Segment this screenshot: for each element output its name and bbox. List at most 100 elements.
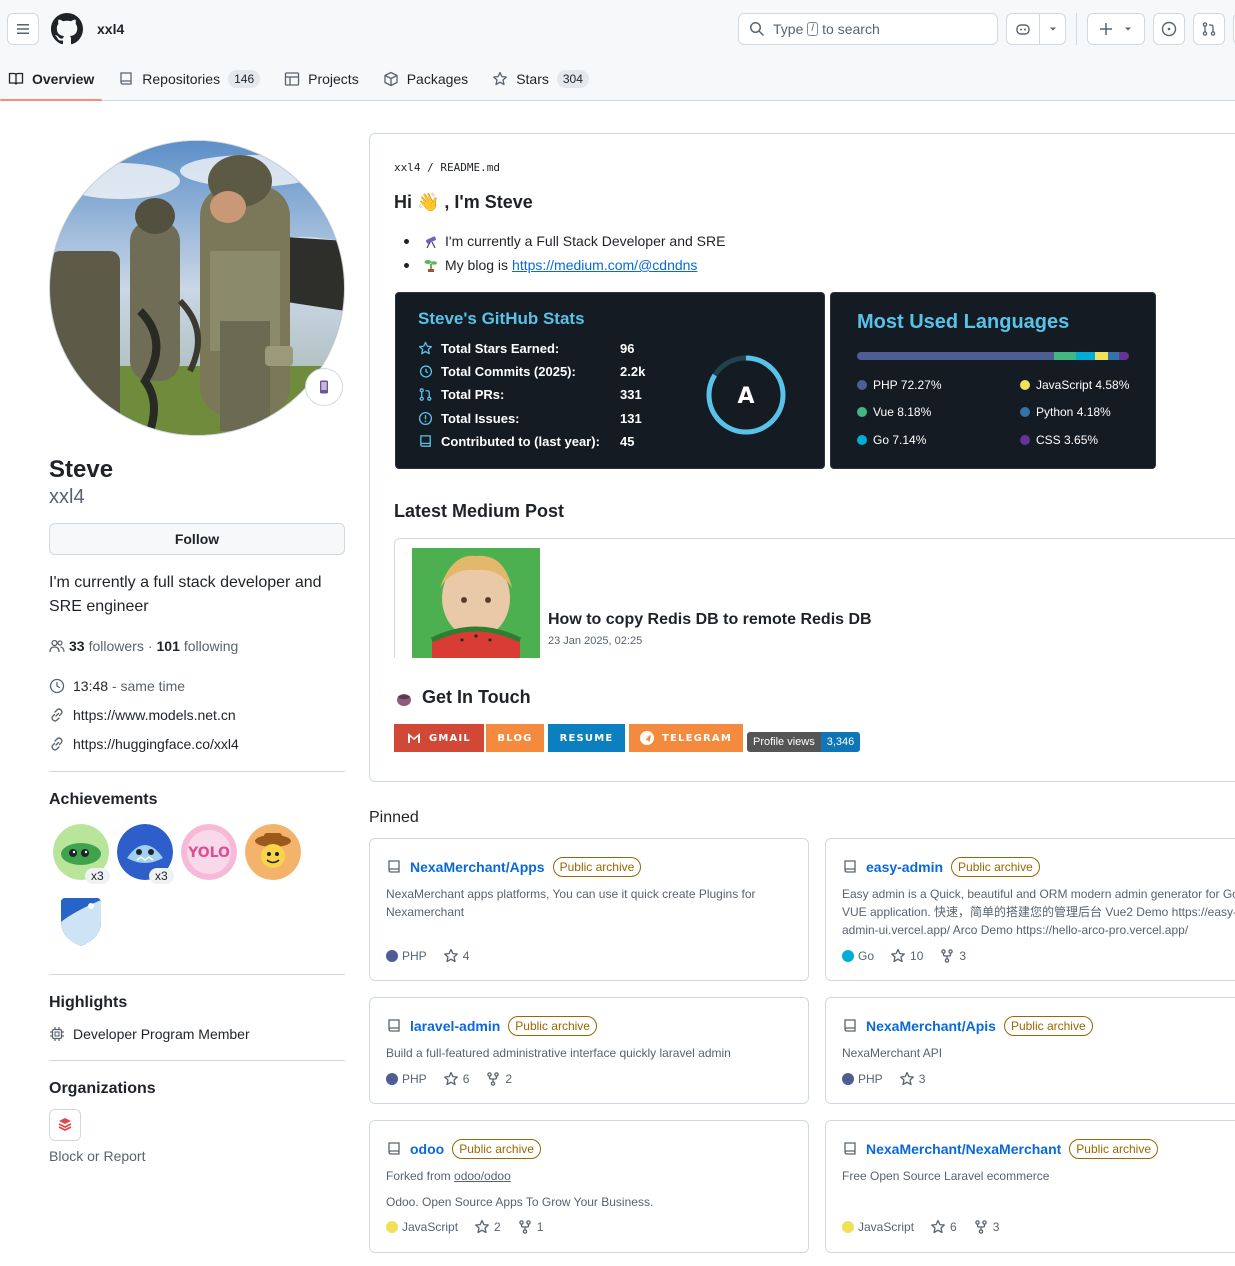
tab-overview-label: Overview bbox=[32, 70, 95, 87]
github-logo-icon[interactable] bbox=[51, 13, 83, 45]
repo-forks-count: 1 bbox=[536, 1220, 544, 1234]
avatar[interactable] bbox=[49, 140, 345, 436]
following-link[interactable]: following bbox=[184, 638, 238, 654]
repo-forks-count: 2 bbox=[505, 1072, 513, 1086]
public-archive-badge: Public archive bbox=[951, 857, 1040, 877]
resume-badge[interactable]: RESUME bbox=[548, 724, 625, 752]
readme-path-owner[interactable]: xxl4 bbox=[394, 161, 421, 174]
quickdraw-badge-icon[interactable] bbox=[245, 824, 301, 880]
repo-stars-count: 3 bbox=[918, 1072, 926, 1086]
create-new-button[interactable] bbox=[1087, 13, 1145, 45]
menu-button[interactable] bbox=[7, 13, 39, 45]
blog-badge-label: BLOG bbox=[497, 732, 533, 744]
fork-icon bbox=[974, 1220, 987, 1234]
pinned-repo-name[interactable]: easy-admin bbox=[866, 859, 943, 875]
language-item: CSS 3.65% bbox=[1020, 433, 1098, 447]
stat-row: Total PRs: bbox=[418, 387, 504, 402]
block-or-report-link[interactable]: Block or Report bbox=[49, 1148, 145, 1164]
followers-count[interactable]: 33 bbox=[69, 638, 85, 654]
repo-icon bbox=[420, 435, 431, 447]
public-archive-badge: Public archive bbox=[1003, 1016, 1093, 1036]
following-count[interactable]: 101 bbox=[157, 638, 180, 654]
pinned-repo-name[interactable]: NexaMerchant/Apis bbox=[866, 1018, 996, 1034]
medium-blog-link[interactable]: https://medium.com/@cdndns bbox=[512, 257, 697, 273]
resume-badge-label: RESUME bbox=[559, 732, 614, 744]
pinned-title: Pinned bbox=[369, 809, 419, 826]
yolo-badge-icon[interactable]: YOLO bbox=[181, 824, 237, 880]
medium-post-title[interactable]: How to copy Redis DB to remote Redis DB bbox=[548, 611, 872, 629]
repo-stars-link[interactable]: 6 bbox=[930, 1219, 957, 1235]
repo-stars-link[interactable]: 6 bbox=[443, 1071, 469, 1087]
arctic-code-vault-badge-icon[interactable] bbox=[53, 892, 109, 948]
pinned-repo-name[interactable]: laravel-admin bbox=[410, 1018, 500, 1034]
context-owner-link[interactable]: xxl4 bbox=[97, 21, 124, 37]
repo-stars-link[interactable]: 10 bbox=[890, 948, 923, 964]
pinned-repo-description: NexaMerchant API bbox=[842, 1046, 943, 1060]
pinned-repo-name[interactable]: NexaMerchant/NexaMerchant bbox=[866, 1141, 1061, 1157]
book-icon bbox=[8, 72, 24, 85]
repo-stars-link[interactable]: 2 bbox=[474, 1219, 501, 1235]
pinned-repo-card: NexaMerchant/Apis Public archive NexaMer… bbox=[825, 997, 1235, 1104]
pull-requests-button[interactable] bbox=[1193, 13, 1225, 45]
telescope-icon bbox=[425, 236, 437, 249]
pinned-repo-meta: Go 10 3 bbox=[842, 948, 982, 964]
tab-stars[interactable]: Stars 304 bbox=[484, 60, 597, 97]
repo-stars-link[interactable]: 4 bbox=[443, 948, 469, 964]
language-bar-segment bbox=[1095, 352, 1108, 360]
search-input[interactable]: Type / to search bbox=[738, 13, 998, 45]
search-shortcut-key: / bbox=[807, 22, 819, 36]
repo-stars-link[interactable]: 3 bbox=[899, 1071, 926, 1087]
tab-projects[interactable]: Projects bbox=[276, 60, 367, 97]
github-stats-card[interactable]: Steve's GitHub Stats Total Stars Earned:… bbox=[395, 292, 825, 469]
website-link-2[interactable]: https://huggingface.co/xxl4 bbox=[49, 736, 239, 752]
readme-list-item: I'm currently a Full Stack Developer and… bbox=[404, 233, 725, 249]
blog-badge[interactable]: BLOG bbox=[486, 724, 544, 752]
language-bar-segment bbox=[1075, 352, 1096, 360]
followers-link[interactable]: followers bbox=[89, 638, 144, 654]
repo-forks-link[interactable]: 3 bbox=[973, 1219, 999, 1235]
public-archive-badge: Public archive bbox=[1069, 1139, 1158, 1159]
tab-repositories[interactable]: Repositories 146 bbox=[110, 60, 268, 97]
tab-packages[interactable]: Packages bbox=[375, 60, 476, 97]
pinned-repo-header: odoo Public archive bbox=[386, 1139, 541, 1159]
repo-language: JavaScript bbox=[858, 1220, 915, 1234]
website-link-2-text[interactable]: https://huggingface.co/xxl4 bbox=[73, 736, 239, 752]
repo-forks-link[interactable]: 3 bbox=[939, 948, 966, 964]
copilot-button[interactable] bbox=[1006, 13, 1066, 45]
achievement-multiplier: x3 bbox=[149, 868, 174, 884]
repo-language: PHP bbox=[402, 1072, 427, 1086]
website-link-1[interactable]: https://www.models.net.cn bbox=[49, 707, 236, 723]
website-link-1-text[interactable]: https://www.models.net.cn bbox=[73, 707, 236, 723]
tab-projects-label: Projects bbox=[308, 70, 359, 87]
status-button[interactable] bbox=[305, 368, 343, 406]
table-icon bbox=[284, 71, 300, 86]
issues-button[interactable] bbox=[1153, 13, 1185, 45]
repo-stars-count: 2 bbox=[494, 1220, 501, 1234]
readme-line-2-prefix: My blog is bbox=[445, 257, 509, 273]
link-icon bbox=[51, 708, 63, 722]
pinned-repo-name[interactable]: odoo bbox=[410, 1141, 444, 1157]
tab-overview[interactable]: Overview bbox=[0, 60, 103, 101]
forked-from-link[interactable]: odoo/odoo bbox=[454, 1169, 511, 1183]
stat-label: Total Issues: bbox=[441, 411, 520, 426]
profile-tabs: Overview Repositories 146 Projects Packa… bbox=[0, 60, 605, 101]
rank-grade: A bbox=[737, 384, 754, 409]
organization-avatar[interactable] bbox=[49, 1109, 81, 1141]
language-label: PHP 72.27% bbox=[873, 378, 942, 392]
telegram-badge[interactable]: TELEGRAM bbox=[629, 724, 743, 752]
repo-forks-link[interactable]: 1 bbox=[517, 1219, 544, 1235]
organizations-title: Organizations bbox=[49, 1080, 156, 1097]
stat-value: 2.2k bbox=[620, 364, 646, 379]
avatar-photo bbox=[50, 141, 344, 435]
pinned-repo-name[interactable]: NexaMerchant/Apps bbox=[410, 859, 545, 875]
readme-path-file[interactable]: README.md bbox=[440, 161, 500, 174]
profile-views-count: 3,346 bbox=[820, 732, 861, 752]
repo-forks-link[interactable]: 2 bbox=[485, 1071, 512, 1087]
gmail-badge[interactable]: GMAIL bbox=[394, 724, 484, 752]
follow-button[interactable]: Follow bbox=[49, 523, 345, 555]
pull-request-icon bbox=[1202, 22, 1216, 36]
highlights-title: Highlights bbox=[49, 994, 128, 1011]
tab-packages-label: Packages bbox=[406, 70, 469, 87]
most-used-languages-card[interactable]: Most Used Languages PHP 72.27% Vue 8.18%… bbox=[830, 292, 1156, 469]
medium-post-card[interactable]: How to copy Redis DB to remote Redis DB … bbox=[394, 538, 1235, 658]
